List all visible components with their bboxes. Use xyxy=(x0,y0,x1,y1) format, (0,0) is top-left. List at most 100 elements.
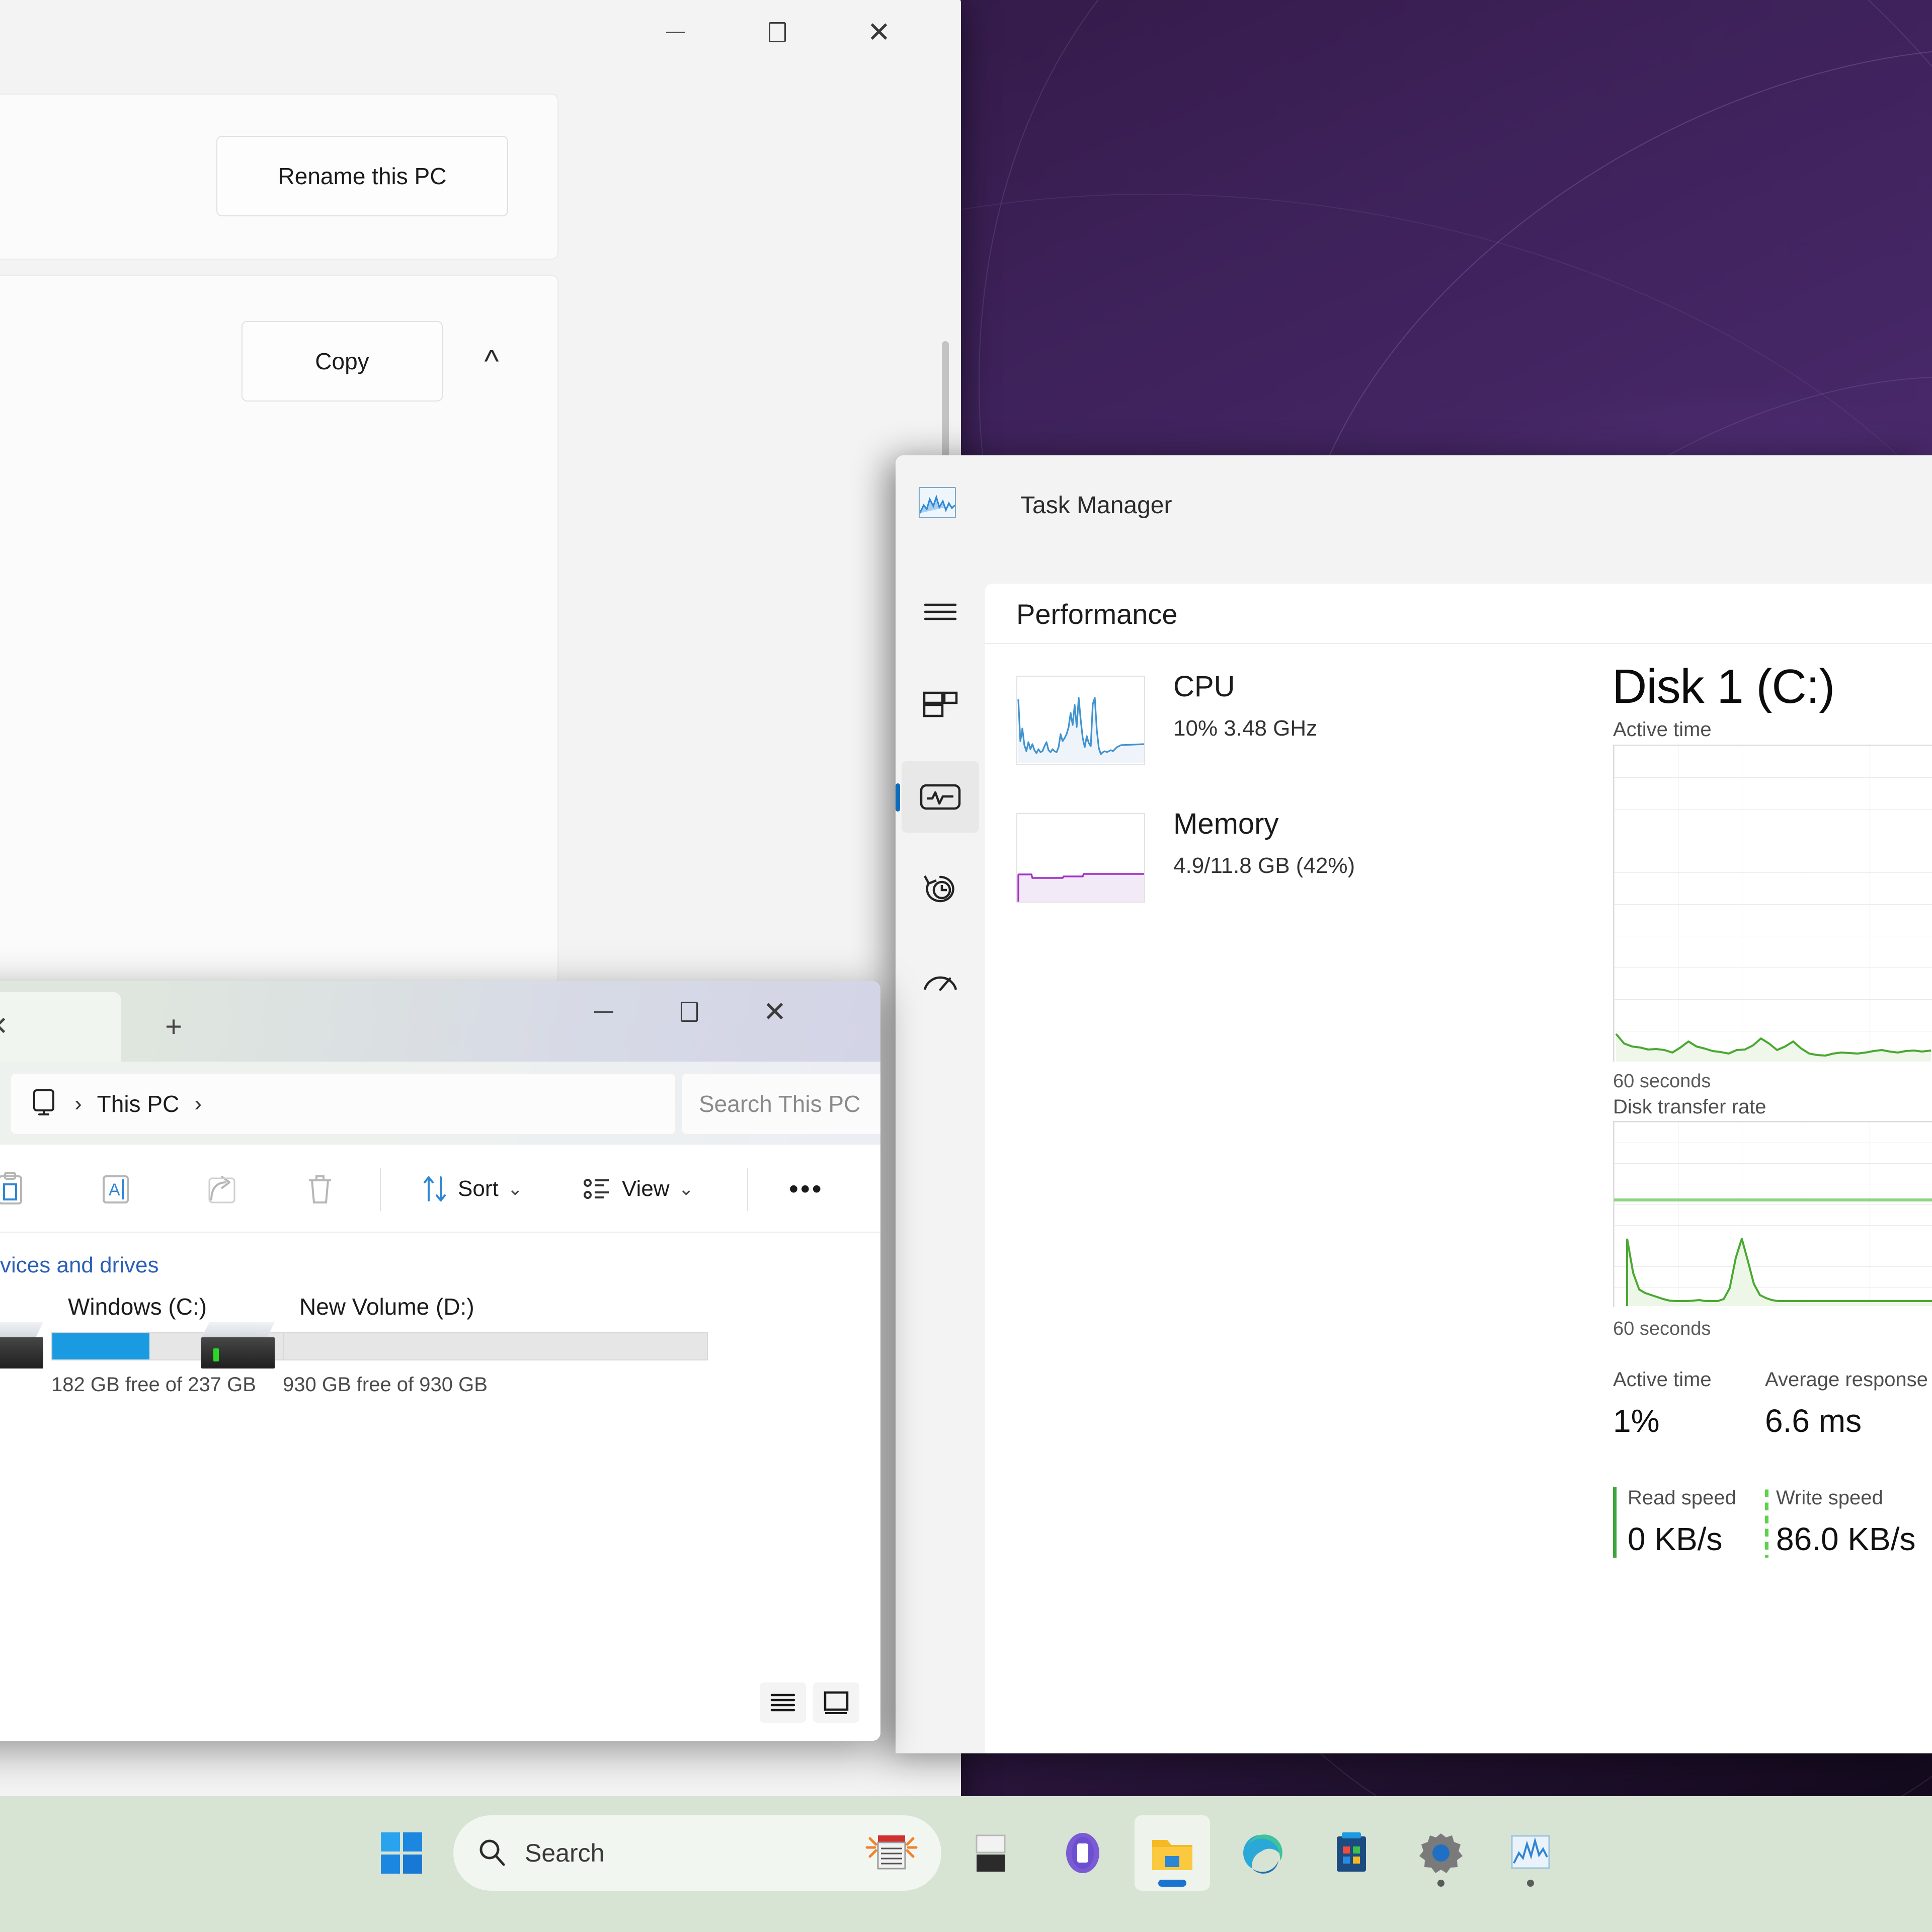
share-button[interactable] xyxy=(197,1163,249,1215)
list-view-toggle[interactable] xyxy=(760,1682,806,1723)
drive-capacity-fill xyxy=(52,1333,150,1359)
weather-icon[interactable] xyxy=(864,1827,919,1880)
breadcrumb[interactable]: › This PC › xyxy=(11,1074,675,1134)
task-manager-content: Performance CPU 10% 3.48 GHz Memory 4.9/… xyxy=(985,584,1932,1753)
explorer-minimize-button[interactable] xyxy=(564,981,644,1042)
taskbar-search-placeholder: Search xyxy=(525,1839,605,1867)
sidebar-item-app-history[interactable] xyxy=(902,854,979,925)
search-input[interactable]: Search This PC xyxy=(699,1090,880,1117)
more-options-button[interactable]: ••• xyxy=(780,1163,833,1215)
active-time-chart xyxy=(1613,745,1932,1062)
stat-write-speed: Write speed 86.0 KB/s xyxy=(1765,1487,1916,1558)
taskbar: Search xyxy=(0,1796,1932,1932)
drive-free-space: 182 GB free of 237 GB xyxy=(51,1374,256,1396)
performance-header: Performance xyxy=(985,584,1932,644)
sort-label: Sort xyxy=(458,1176,499,1201)
task-manager-sidebar xyxy=(896,556,985,1753)
task-manager-button[interactable] xyxy=(1493,1815,1568,1891)
resource-value-cpu: 10% 3.48 GHz xyxy=(1173,716,1318,741)
active-time-axis-label: 60 seconds xyxy=(1613,1071,1711,1092)
view-button[interactable]: View ⌄ xyxy=(573,1163,703,1215)
explorer-content: vices and drives Windows (C:) 182 GB fre… xyxy=(0,1233,880,1741)
microsoft-edge-button[interactable] xyxy=(1224,1815,1300,1891)
toolbar-separator-1 xyxy=(380,1168,381,1211)
explorer-toolbar: A Sort ⌄ View ⌄ ••• xyxy=(0,1145,880,1233)
stat-active-time: Active time 1% xyxy=(1613,1369,1712,1439)
delete-button[interactable] xyxy=(297,1163,343,1215)
hamburger-icon xyxy=(924,603,957,620)
settings-maximize-button[interactable] xyxy=(737,0,818,69)
stat-value: 6.6 ms xyxy=(1765,1403,1862,1439)
detail-title: Disk 1 (C:) xyxy=(1612,660,1835,713)
explorer-tab-strip[interactable]: ✕ + ✕ xyxy=(0,981,880,1062)
resource-value-memory: 4.9/11.8 GB (42%) xyxy=(1173,853,1355,878)
taskview-icon xyxy=(976,1834,1006,1872)
resource-name-memory: Memory xyxy=(1173,808,1279,840)
disk-transfer-axis-label: 60 seconds xyxy=(1613,1318,1711,1339)
task-manager-app-icon xyxy=(919,487,956,518)
stat-read-speed: Read speed 0 KB/s xyxy=(1613,1487,1736,1558)
teams-icon xyxy=(1066,1833,1099,1873)
hard-drive-icon xyxy=(201,1322,275,1371)
paste-icon xyxy=(0,1172,22,1204)
expand-collapse-button[interactable]: ^ xyxy=(464,336,519,386)
breadcrumb-separator-2[interactable]: › xyxy=(194,1091,202,1116)
page-title: Performance xyxy=(1016,598,1178,630)
drive-activity-led xyxy=(213,1348,219,1361)
sidebar-item-performance[interactable] xyxy=(896,761,979,833)
task-view-button[interactable] xyxy=(955,1815,1031,1891)
minimize-icon xyxy=(666,31,685,33)
stat-label: Active time xyxy=(1613,1369,1712,1391)
sort-button[interactable]: Sort ⌄ xyxy=(412,1163,532,1215)
share-icon xyxy=(208,1175,235,1203)
new-tab-button[interactable]: + xyxy=(151,1005,196,1048)
device-specs-card: Copy ^ AJCL M) i5-9300H CPU @ 2.40GHz 2.… xyxy=(0,275,558,1060)
taskbar-search-box[interactable]: Search xyxy=(453,1815,941,1891)
disk-detail-pane: Disk 1 (C:) Active time 60 seconds Disk … xyxy=(1599,644,1932,1753)
settings-button[interactable] xyxy=(1403,1815,1479,1891)
sidebar-item-hamburger-menu[interactable] xyxy=(902,576,979,648)
disk-transfer-rate-chart xyxy=(1613,1121,1932,1307)
rename-pc-card: Rename this PC xyxy=(0,94,558,260)
task-manager-titlebar[interactable]: Task Manager xyxy=(896,455,1932,556)
details-view-toggle[interactable] xyxy=(813,1682,859,1723)
chevron-down-icon: ⌄ xyxy=(678,1178,694,1199)
teams-chat-button[interactable] xyxy=(1045,1815,1120,1891)
stat-average-response: Average response 6.6 ms xyxy=(1765,1369,1928,1439)
drive-capacity-bar xyxy=(283,1332,708,1360)
sidebar-item-processes[interactable] xyxy=(902,669,979,740)
resource-item-cpu[interactable]: CPU 10% 3.48 GHz xyxy=(1016,662,1469,797)
rename-button[interactable]: A xyxy=(91,1163,141,1215)
view-icon xyxy=(584,1179,609,1199)
processes-icon xyxy=(923,691,958,717)
file-explorer-button[interactable] xyxy=(1135,1815,1210,1891)
this-pc-icon xyxy=(28,1088,59,1120)
explorer-close-button[interactable]: ✕ xyxy=(735,981,815,1042)
view-toggle-group xyxy=(760,1682,859,1723)
sidebar-item-startup-apps[interactable] xyxy=(902,946,979,1018)
breadcrumb-path-this-pc[interactable]: This PC xyxy=(97,1090,180,1117)
start-button[interactable] xyxy=(364,1815,439,1891)
close-icon: ✕ xyxy=(867,16,891,48)
rename-icon: A xyxy=(103,1175,129,1203)
trash-icon xyxy=(309,1175,331,1203)
running-indicator xyxy=(1437,1880,1444,1887)
running-indicator xyxy=(1158,1880,1186,1887)
explorer-maximize-button[interactable] xyxy=(649,981,730,1042)
paste-button[interactable] xyxy=(0,1163,34,1215)
group-header-devices-and-drives[interactable]: vices and drives xyxy=(0,1253,158,1278)
list-icon xyxy=(770,1694,795,1712)
windows-logo-icon xyxy=(381,1832,422,1874)
svg-text:A: A xyxy=(109,1180,120,1199)
settings-close-button[interactable]: ✕ xyxy=(838,0,920,69)
drive-free-space: 930 GB free of 930 GB xyxy=(283,1374,488,1396)
search-box[interactable]: Search This PC xyxy=(682,1074,880,1134)
resource-item-memory[interactable]: Memory 4.9/11.8 GB (42%) xyxy=(1016,799,1469,935)
tab-close-button[interactable]: ✕ xyxy=(0,1005,20,1048)
rename-this-pc-button[interactable]: Rename this PC xyxy=(216,136,508,216)
copy-button[interactable]: Copy xyxy=(242,321,443,401)
desktop-root: ✕ Rename this PC Copy ^ AJCL M) i5-9300H… xyxy=(0,0,1932,1932)
microsoft-store-button[interactable] xyxy=(1314,1815,1389,1891)
settings-titlebar[interactable]: ✕ xyxy=(0,0,961,69)
settings-minimize-button[interactable] xyxy=(635,0,716,69)
